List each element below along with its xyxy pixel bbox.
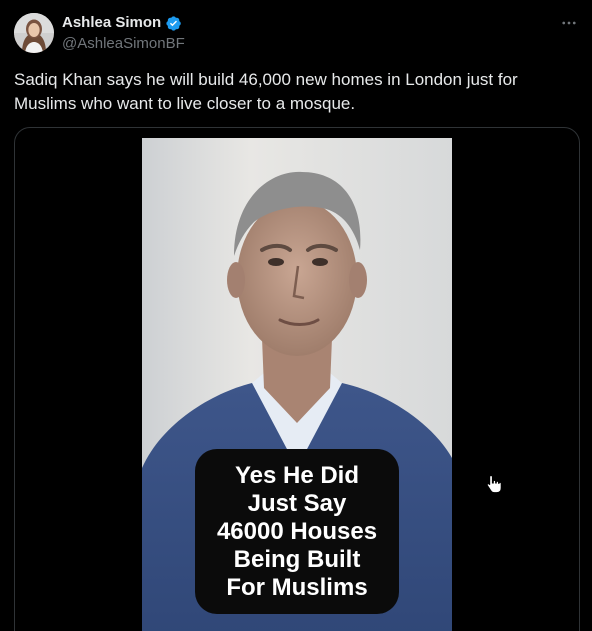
- avatar-image: [14, 13, 54, 53]
- video-caption-overlay: Yes He Did Just Say 46000 Houses Being B…: [195, 449, 399, 614]
- author-name-row[interactable]: Ashlea Simon: [62, 14, 182, 32]
- verified-badge-icon[interactable]: [165, 15, 182, 32]
- author-display-name[interactable]: Ashlea Simon: [62, 14, 161, 32]
- author-handle[interactable]: @AshleaSimonBF: [62, 35, 185, 53]
- more-icon[interactable]: [558, 12, 580, 34]
- avatar[interactable]: [14, 13, 54, 53]
- tweet-text: Sadiq Khan says he will build 46,000 new…: [14, 70, 518, 113]
- video-caption-text: Yes He Did Just Say 46000 Houses Being B…: [216, 461, 378, 601]
- tweet[interactable]: Ashlea Simon @AshleaSimonBF Sadiq Khan s…: [0, 0, 592, 631]
- video-player[interactable]: Yes He Did Just Say 46000 Houses Being B…: [142, 138, 452, 631]
- media-container[interactable]: Yes He Did Just Say 46000 Houses Being B…: [14, 127, 580, 631]
- hand-pointer-icon: [486, 474, 502, 494]
